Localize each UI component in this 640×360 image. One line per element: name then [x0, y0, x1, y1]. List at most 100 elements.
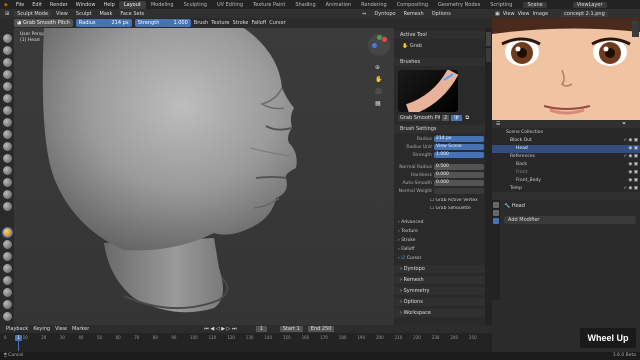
- workspace-tab-uv-editing[interactable]: UV Editing: [212, 1, 248, 9]
- tool-stroke-menu[interactable]: Stroke: [233, 20, 249, 26]
- snake-hook-brush-icon[interactable]: [3, 252, 12, 261]
- add-modifier-button[interactable]: Add Modifier: [504, 216, 636, 224]
- timeline-keying-menu[interactable]: Keying: [33, 326, 50, 332]
- remesh-dropdown[interactable]: Remesh: [401, 11, 427, 17]
- 3d-viewport[interactable]: User Perspective (1) Head ⊕ ✋ 🎥 ▦: [14, 28, 394, 325]
- workspace-tab-modeling[interactable]: Modeling: [146, 1, 179, 9]
- radius-field[interactable]: Radius 214 px: [75, 19, 132, 27]
- modifier-tab-icon[interactable]: [493, 218, 499, 224]
- blender-logo-icon[interactable]: ◈: [0, 2, 12, 8]
- prop-value-hardness[interactable]: 0.000: [434, 172, 484, 178]
- check-grab-silhouette[interactable]: ☐ Grab Silhouette: [430, 206, 471, 211]
- menu-render[interactable]: Render: [46, 2, 72, 8]
- scene-selector[interactable]: Scene: [523, 1, 547, 8]
- smooth-brush-icon[interactable]: [3, 142, 12, 151]
- inflate-brush-icon[interactable]: [3, 106, 12, 115]
- workspace-tab-geometry-nodes[interactable]: Geometry Nodes: [433, 1, 485, 9]
- workspace-tab-scripting[interactable]: Scripting: [485, 1, 517, 9]
- clay-strips-brush-icon[interactable]: [3, 70, 12, 79]
- menu-help[interactable]: Help: [99, 2, 118, 8]
- timeline-marker-menu[interactable]: Marker: [72, 326, 89, 332]
- workspace-tab-sculpting[interactable]: Sculpting: [179, 1, 212, 9]
- image-file-name[interactable]: concept 2.1.png: [561, 10, 608, 17]
- sidebar-tab-tool[interactable]: [486, 32, 491, 46]
- menu-view[interactable]: View: [53, 11, 71, 17]
- scrape-brush-icon[interactable]: [3, 178, 12, 187]
- nudge-brush-icon[interactable]: [3, 288, 12, 297]
- active-tool-panel-header[interactable]: Active Tool: [394, 31, 492, 39]
- crease-brush-icon[interactable]: [3, 130, 12, 139]
- menu-sculpt[interactable]: Sculpt: [73, 11, 95, 17]
- brushes-panel-header[interactable]: Brushes: [394, 58, 492, 66]
- image-menu-view[interactable]: View: [503, 11, 515, 17]
- prop-value-strength[interactable]: 1.000: [434, 152, 484, 158]
- check-grab-active-vertex[interactable]: ☐ Grab Active Vertex: [430, 198, 478, 203]
- options-dropdown[interactable]: Options: [429, 11, 454, 17]
- menu-window[interactable]: Window: [72, 2, 100, 8]
- navigation-gizmo[interactable]: [368, 34, 390, 56]
- pan-icon[interactable]: ✋: [375, 76, 382, 83]
- image-menu-image[interactable]: Image: [532, 11, 548, 17]
- z-axis-icon[interactable]: [372, 43, 377, 48]
- mirror-toggle-icon[interactable]: ⇔: [359, 11, 369, 17]
- image-menu-view-2[interactable]: View: [518, 11, 530, 17]
- pose-brush-icon[interactable]: [3, 276, 12, 285]
- draw-brush-icon[interactable]: [3, 34, 12, 43]
- start-frame-field[interactable]: Start 1: [279, 326, 303, 332]
- timeline-playback-menu[interactable]: Playback: [6, 326, 28, 332]
- subpanel-cursor[interactable]: › ☑ Cursor: [398, 256, 422, 261]
- thumb-brush-icon[interactable]: [3, 264, 12, 273]
- fill-brush-icon[interactable]: [3, 166, 12, 175]
- prop-value-auto-smooth[interactable]: 0.000: [434, 180, 484, 186]
- brush-settings-panel-header[interactable]: Brush Settings: [394, 125, 492, 133]
- outliner-type-icon[interactable]: ☰: [496, 121, 500, 127]
- brush-selector[interactable]: ◕ Grab Smooth Pitch: [14, 19, 73, 27]
- layer-brush-icon[interactable]: [3, 94, 12, 103]
- editor-type-icon[interactable]: ⊞: [2, 11, 12, 17]
- prop-value-radius[interactable]: 214 px: [434, 136, 484, 142]
- view-layer-selector[interactable]: ViewLayer: [572, 1, 607, 8]
- tool-tab-icon[interactable]: [493, 202, 499, 208]
- sidebar-tab-view[interactable]: [486, 48, 491, 62]
- clay-thumb-brush-icon[interactable]: [3, 82, 12, 91]
- grab-brush-icon[interactable]: [2, 227, 13, 238]
- subpanel-falloff[interactable]: › Falloff: [398, 247, 415, 252]
- tool-brush-menu[interactable]: Brush: [194, 20, 208, 26]
- strength-field[interactable]: Strength 1.000: [134, 19, 191, 27]
- elastic-deform-brush-icon[interactable]: [3, 240, 12, 249]
- timeline-view-menu[interactable]: View: [55, 326, 67, 332]
- timeline-ruler[interactable]: 0 10 20 30 40 50 60 70 80 90 100 110 120 130 140 150 160…: [0, 334, 492, 352]
- brush-preview[interactable]: [398, 68, 459, 116]
- workspace-tab-compositing[interactable]: Compositing: [392, 1, 433, 9]
- brush-users-count[interactable]: 2: [442, 114, 450, 121]
- workspace-tab-texture-paint[interactable]: Texture Paint: [248, 1, 290, 9]
- rotate-brush-icon[interactable]: [3, 300, 12, 309]
- mode-selector[interactable]: Sculpt Mode: [14, 10, 52, 17]
- flatten-brush-icon[interactable]: [3, 154, 12, 163]
- prop-value-normal-weight[interactable]: [434, 188, 484, 194]
- zoom-icon[interactable]: ⊕: [375, 64, 380, 71]
- perspective-toggle-icon[interactable]: ▦: [375, 100, 381, 107]
- prop-value-normal-radius[interactable]: 0.500: [434, 164, 484, 170]
- tool-falloff-menu[interactable]: Falloff: [251, 20, 266, 26]
- camera-view-icon[interactable]: 🎥: [375, 88, 382, 95]
- subpanel-advanced[interactable]: › Advanced: [398, 220, 423, 225]
- reference-image-editor[interactable]: ▣ View View Image concept 2.1.png: [492, 9, 640, 120]
- panel-symmetry[interactable]: › Symmetry: [394, 287, 492, 295]
- new-brush-icon[interactable]: ⧉: [464, 115, 472, 121]
- subpanel-stroke[interactable]: › Stroke: [398, 238, 416, 243]
- end-frame-field[interactable]: End 250: [307, 326, 335, 332]
- filter-icon[interactable]: ⏷: [622, 121, 626, 127]
- dyntopo-dropdown[interactable]: Dyntopo: [371, 11, 398, 17]
- subpanel-texture[interactable]: › Texture: [398, 229, 418, 234]
- pinch-brush-icon[interactable]: [3, 202, 12, 211]
- mask-brush-icon[interactable]: [3, 312, 12, 321]
- menu-edit[interactable]: Edit: [28, 2, 46, 8]
- panel-dyntopo[interactable]: › Dyntopo: [394, 265, 492, 273]
- blob-brush-icon[interactable]: [3, 118, 12, 127]
- menu-face-sets[interactable]: Face Sets: [117, 11, 147, 17]
- tool-texture-menu[interactable]: Texture: [211, 20, 229, 26]
- render-tab-icon[interactable]: [493, 210, 499, 216]
- menu-file[interactable]: File: [12, 2, 28, 8]
- cursor-checkbox-icon[interactable]: ☑: [401, 256, 405, 261]
